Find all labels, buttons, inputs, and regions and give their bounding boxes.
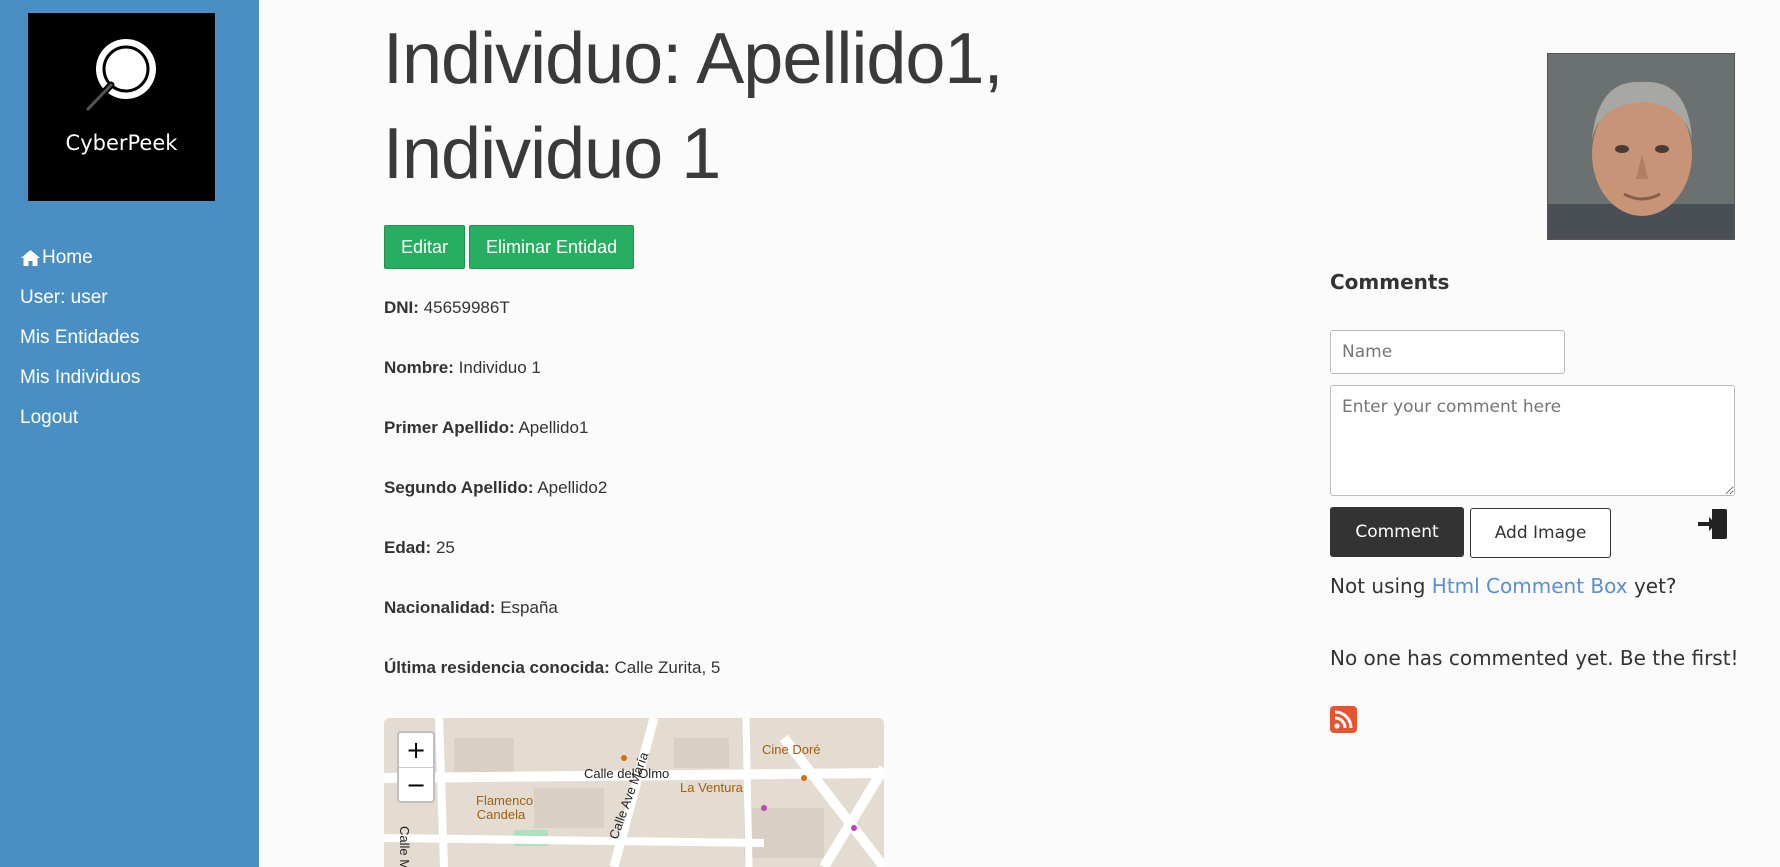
sidebar: CyberPeek Home User: user Mis Entidades … [0, 0, 259, 867]
field-value: Calle Zurita, 5 [614, 658, 721, 677]
field-label: Primer Apellido: [384, 418, 515, 437]
home-icon [21, 250, 40, 266]
action-buttons: Editar Eliminar Entidad [384, 225, 635, 269]
comment-button[interactable]: Comment [1330, 507, 1464, 557]
field-edad: Edad: 25 [384, 538, 720, 598]
portrait-image [1548, 54, 1734, 239]
magnifier-icon [82, 39, 156, 115]
name-input[interactable] [1330, 330, 1565, 374]
map[interactable]: + − Calle del Olmo Flamenco Candela La V… [384, 718, 884, 867]
comments-title: Comments [1330, 270, 1450, 294]
comment-textarea[interactable] [1330, 385, 1735, 496]
field-label: Nacionalidad: [384, 598, 496, 617]
no-comments-message: No one has commented yet. Be the first! [1330, 646, 1739, 670]
nav-mis-entidades[interactable]: Mis Entidades [20, 318, 140, 358]
field-segundo-apellido: Segundo Apellido: Apellido2 [384, 478, 720, 538]
sidebar-nav: Home User: user Mis Entidades Mis Indivi… [20, 238, 140, 438]
html-comment-box-link[interactable]: Html Comment Box [1432, 574, 1628, 598]
field-value: Apellido1 [518, 418, 589, 437]
field-dni: DNI: 45659986T [384, 298, 720, 358]
nav-user[interactable]: User: user [20, 278, 140, 318]
page-title: Individuo: Apellido1, Individuo 1 [383, 19, 1003, 194]
nav-home-label: Home [42, 247, 93, 268]
field-ultima-residencia: Última residencia conocida: Calle Zurita… [384, 658, 720, 718]
individual-photo [1547, 53, 1735, 240]
field-value: España [500, 598, 558, 617]
add-image-button[interactable]: Add Image [1470, 508, 1611, 558]
field-value: 25 [435, 538, 455, 557]
map-poi-label: Cine Doré [762, 742, 821, 757]
field-value: 45659986T [423, 298, 510, 317]
field-value: Individuo 1 [458, 358, 541, 377]
individual-details: DNI: 45659986T Nombre: Individuo 1 Prime… [384, 298, 720, 718]
field-label: Edad: [384, 538, 432, 557]
promo-prefix: Not using [1330, 574, 1426, 598]
field-label: Segundo Apellido: [384, 478, 534, 497]
zoom-out-button[interactable]: − [399, 767, 433, 801]
nav-home[interactable]: Home [20, 238, 140, 278]
field-nombre: Nombre: Individuo 1 [384, 358, 720, 418]
map-poi-label: La Ventura [680, 780, 743, 795]
map-street-label: Calle M [397, 826, 412, 867]
zoom-control: + − [397, 731, 435, 803]
logo-text: CyberPeek [65, 131, 178, 155]
field-value: Apellido2 [537, 478, 608, 497]
field-label: DNI: [384, 298, 419, 317]
field-primer-apellido: Primer Apellido: Apellido1 [384, 418, 720, 478]
promo-suffix: yet? [1633, 574, 1677, 598]
edit-button[interactable]: Editar [384, 225, 466, 269]
cyberpeek-logo[interactable]: CyberPeek [28, 13, 215, 201]
delete-entity-button[interactable]: Eliminar Entidad [469, 225, 635, 269]
map-poi-label: Flamenco Candela [476, 793, 534, 822]
field-nacionalidad: Nacionalidad: España [384, 598, 720, 658]
zoom-in-button[interactable]: + [399, 733, 433, 767]
field-label: Nombre: [384, 358, 454, 377]
sign-in-icon[interactable] [1696, 507, 1730, 541]
nav-logout[interactable]: Logout [20, 398, 140, 438]
nav-mis-individuos[interactable]: Mis Individuos [20, 358, 140, 398]
promo-text: Not using Html Comment Box yet? [1330, 574, 1677, 598]
rss-icon[interactable] [1330, 706, 1357, 733]
field-label: Última residencia conocida: [384, 658, 610, 677]
